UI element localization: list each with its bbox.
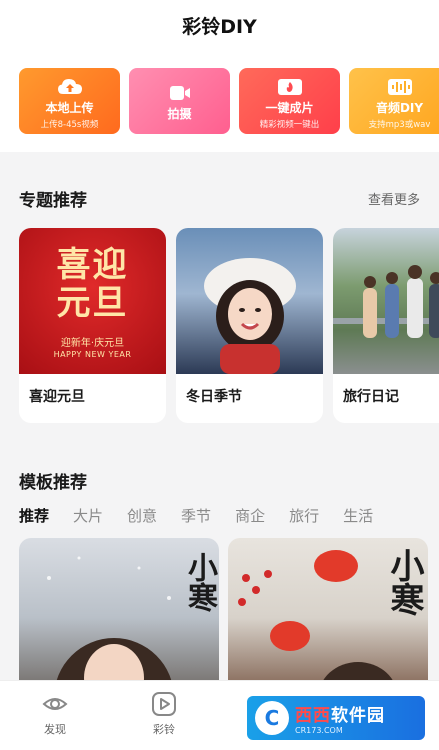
topic-card-winter[interactable]: 冬日季节 bbox=[176, 228, 323, 423]
local-upload-label: 本地上传 bbox=[45, 101, 94, 115]
quick-actions: 本地上传 上传8-45s视频 拍摄 一键成片 精彩视频一键出 音频DIY 支持m… bbox=[19, 68, 439, 134]
nav-item-ringtone[interactable]: 彩铃 bbox=[134, 691, 194, 737]
watermark-sub: CR173.COM bbox=[295, 726, 343, 735]
camera-icon bbox=[169, 86, 190, 100]
topic-caption: 旅行日记 bbox=[343, 389, 399, 405]
template-card[interactable]: 小寒 bbox=[228, 538, 428, 698]
watermark-logo-mark: C bbox=[255, 701, 289, 735]
topic-card-travel[interactable]: 旅行日记 bbox=[333, 228, 439, 423]
audio-diy-label: 音频DIY bbox=[375, 101, 424, 115]
nav-item-discover[interactable]: 发现 bbox=[25, 691, 85, 737]
watermark-text: 西西软件园 CR173.COM bbox=[295, 701, 385, 735]
template-grid: 小寒 小寒 bbox=[19, 538, 428, 698]
one-click-video-icon bbox=[277, 79, 302, 95]
one-click-video-button[interactable]: 一键成片 精彩视频一键出 bbox=[239, 68, 340, 134]
play-icon bbox=[152, 692, 176, 716]
winter-portrait-illustration bbox=[204, 258, 296, 374]
topic-image-winter bbox=[176, 228, 323, 374]
travel-photo-illustration bbox=[333, 265, 439, 338]
template-tabs: 推荐 大片 创意 季节 商企 旅行 生活 bbox=[17, 505, 397, 526]
view-more-link[interactable]: 查看更多 bbox=[368, 189, 420, 208]
audio-wave-icon bbox=[387, 79, 412, 95]
topic-caption: 冬日季节 bbox=[186, 389, 242, 405]
tab-season[interactable]: 季节 bbox=[181, 505, 211, 526]
local-upload-sub: 上传8-45s视频 bbox=[40, 120, 99, 130]
tab-business[interactable]: 商企 bbox=[235, 505, 265, 526]
template-art-text: 小寒 bbox=[384, 548, 424, 616]
topics-list: 喜迎元旦 迎新年·庆元旦 HAPPY NEW YEAR 喜迎元旦 冬日季节 旅行… bbox=[19, 228, 439, 423]
topic-caption: 喜迎元旦 bbox=[29, 389, 85, 405]
shoot-label: 拍摄 bbox=[167, 107, 192, 121]
topic-art-title-text: 喜迎元旦 bbox=[56, 245, 129, 323]
page-title: 彩铃DIY bbox=[182, 16, 257, 38]
tab-creative[interactable]: 创意 bbox=[127, 505, 157, 526]
template-card[interactable]: 小寒 bbox=[19, 538, 219, 698]
bottom-nav: 发现 彩铃 C 西西软件园 CR173.COM bbox=[0, 680, 439, 750]
template-art-text: 小寒 bbox=[182, 552, 217, 612]
topic-art-title: 喜迎元旦 bbox=[19, 246, 166, 322]
topics-section-title: 专题推荐 bbox=[19, 191, 87, 211]
watermark-logo: C 西西软件园 CR173.COM bbox=[247, 696, 425, 740]
nav-label: 彩铃 bbox=[153, 723, 175, 736]
tab-recommend[interactable]: 推荐 bbox=[17, 505, 51, 526]
app-screen: 彩铃DIY 本地上传 上传8-45s视频 拍摄 一键成片 精彩视频一键出 音频D… bbox=[0, 0, 439, 750]
topic-card-new-year[interactable]: 喜迎元旦 迎新年·庆元旦 HAPPY NEW YEAR 喜迎元旦 bbox=[19, 228, 166, 423]
eye-icon bbox=[42, 698, 68, 710]
tab-travel[interactable]: 旅行 bbox=[289, 505, 319, 526]
topic-image-travel bbox=[333, 228, 439, 374]
tab-life[interactable]: 生活 bbox=[343, 505, 373, 526]
topic-art-line2: HAPPY NEW YEAR bbox=[53, 350, 132, 359]
cloud-upload-icon bbox=[57, 79, 82, 94]
header-area: 彩铃DIY 本地上传 上传8-45s视频 拍摄 一键成片 精彩视频一键出 音频D… bbox=[0, 0, 439, 152]
watermark-main-b: 软件园 bbox=[331, 706, 385, 726]
topic-image-new-year: 喜迎元旦 迎新年·庆元旦 HAPPY NEW YEAR bbox=[19, 228, 166, 374]
watermark-main-a: 西西 bbox=[295, 706, 331, 726]
watermark-main: 西西软件园 bbox=[295, 701, 385, 726]
one-click-video-label: 一键成片 bbox=[265, 101, 314, 115]
audio-diy-button[interactable]: 音频DIY 支持mp3或wav bbox=[349, 68, 439, 134]
nav-label: 发现 bbox=[44, 723, 66, 736]
audio-diy-sub: 支持mp3或wav bbox=[368, 120, 431, 130]
local-upload-button[interactable]: 本地上传 上传8-45s视频 bbox=[19, 68, 120, 134]
shoot-button[interactable]: 拍摄 bbox=[129, 68, 230, 134]
one-click-video-sub: 精彩视频一键出 bbox=[259, 120, 320, 130]
templates-section-title: 模板推荐 bbox=[19, 473, 87, 493]
topic-art-line1: 迎新年·庆元旦 bbox=[60, 338, 125, 349]
tab-blockbuster[interactable]: 大片 bbox=[73, 505, 103, 526]
